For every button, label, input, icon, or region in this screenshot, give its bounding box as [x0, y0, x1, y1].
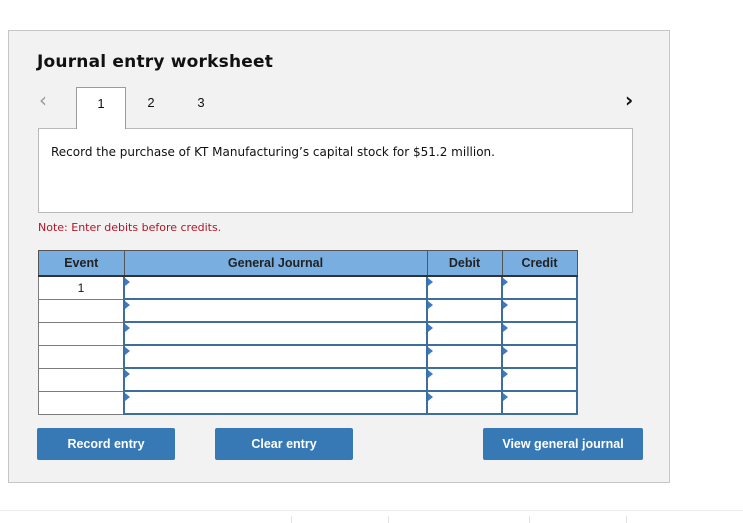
header-debit: Debit	[426, 250, 503, 277]
credit-input[interactable]	[503, 369, 576, 390]
debit-input[interactable]	[428, 277, 501, 298]
debit-input[interactable]	[428, 392, 501, 413]
footer-separator	[626, 516, 627, 523]
credit-input[interactable]	[503, 346, 576, 367]
event-cell	[38, 298, 125, 323]
footer-separator	[388, 516, 389, 523]
dropdown-indicator-icon	[503, 324, 508, 332]
worksheet-title: Journal entry worksheet	[37, 52, 274, 72]
account-dropdown[interactable]	[125, 323, 426, 344]
entry-description-box: Record the purchase of KT Manufacturing’…	[38, 128, 633, 213]
debit-input[interactable]	[428, 369, 501, 390]
table-row	[38, 367, 578, 392]
debit-input[interactable]	[428, 323, 501, 344]
footer-divider	[0, 510, 743, 511]
table-row	[38, 321, 578, 346]
event-cell	[38, 390, 125, 415]
dropdown-indicator-icon	[125, 278, 130, 286]
account-dropdown-cell	[123, 367, 428, 392]
dropdown-indicator-icon	[503, 393, 508, 401]
entry-description: Record the purchase of KT Manufacturing’…	[51, 145, 495, 159]
account-dropdown[interactable]	[125, 346, 426, 367]
account-dropdown[interactable]	[125, 392, 426, 413]
account-dropdown-cell	[123, 298, 428, 323]
dropdown-indicator-icon	[428, 301, 433, 309]
event-cell	[38, 344, 125, 369]
credit-input[interactable]	[503, 392, 576, 413]
header-general-journal: General Journal	[123, 250, 428, 277]
footer-separator	[291, 516, 292, 523]
credit-input-cell	[501, 321, 578, 346]
chevron-right-icon[interactable]: ›	[625, 90, 633, 110]
dropdown-indicator-icon	[428, 393, 433, 401]
account-dropdown[interactable]	[125, 277, 426, 298]
tab-3[interactable]: 3	[176, 87, 226, 129]
credit-input-cell	[501, 275, 578, 300]
dropdown-indicator-icon	[503, 301, 508, 309]
tab-1[interactable]: 1	[76, 87, 126, 129]
account-dropdown-cell	[123, 321, 428, 346]
credit-input-cell	[501, 367, 578, 392]
dropdown-indicator-icon	[503, 278, 508, 286]
dropdown-indicator-icon	[428, 347, 433, 355]
debit-input[interactable]	[428, 300, 501, 321]
dropdown-indicator-icon	[503, 370, 508, 378]
debit-input-cell	[426, 321, 503, 346]
record-entry-button[interactable]: Record entry	[37, 428, 175, 460]
tab-2[interactable]: 2	[126, 87, 176, 129]
footer-separator	[529, 516, 530, 523]
credit-input[interactable]	[503, 300, 576, 321]
table-row	[38, 298, 578, 323]
event-cell	[38, 321, 125, 346]
header-event: Event	[38, 250, 125, 277]
clear-entry-button[interactable]: Clear entry	[215, 428, 353, 460]
dropdown-indicator-icon	[428, 278, 433, 286]
chevron-left-icon[interactable]: ‹	[39, 90, 47, 110]
table-row	[38, 390, 578, 415]
dropdown-indicator-icon	[125, 393, 130, 401]
debit-input-cell	[426, 344, 503, 369]
journal-entry-worksheet-panel: Journal entry worksheet ‹ › 1 2 3 Record…	[8, 30, 670, 483]
dropdown-indicator-icon	[503, 347, 508, 355]
account-dropdown[interactable]	[125, 369, 426, 390]
event-cell	[38, 367, 125, 392]
credit-input-cell	[501, 390, 578, 415]
table-row: 1	[38, 275, 578, 300]
debit-input[interactable]	[428, 346, 501, 367]
dropdown-indicator-icon	[125, 324, 130, 332]
dropdown-indicator-icon	[428, 324, 433, 332]
debit-input-cell	[426, 367, 503, 392]
dropdown-indicator-icon	[125, 301, 130, 309]
credit-input[interactable]	[503, 277, 576, 298]
credit-input-cell	[501, 344, 578, 369]
note-text: Note: Enter debits before credits.	[38, 221, 222, 234]
table-header-row: Event General Journal Debit Credit	[38, 250, 578, 277]
dropdown-indicator-icon	[125, 370, 130, 378]
journal-table: Event General Journal Debit Credit 1	[38, 250, 578, 415]
dropdown-indicator-icon	[125, 347, 130, 355]
view-general-journal-button[interactable]: View general journal	[483, 428, 643, 460]
debit-input-cell	[426, 275, 503, 300]
account-dropdown-cell	[123, 275, 428, 300]
debit-input-cell	[426, 390, 503, 415]
credit-input[interactable]	[503, 323, 576, 344]
debit-input-cell	[426, 298, 503, 323]
account-dropdown[interactable]	[125, 300, 426, 321]
dropdown-indicator-icon	[428, 370, 433, 378]
header-credit: Credit	[501, 250, 578, 277]
account-dropdown-cell	[123, 344, 428, 369]
account-dropdown-cell	[123, 390, 428, 415]
credit-input-cell	[501, 298, 578, 323]
table-row	[38, 344, 578, 369]
event-cell: 1	[38, 275, 125, 300]
